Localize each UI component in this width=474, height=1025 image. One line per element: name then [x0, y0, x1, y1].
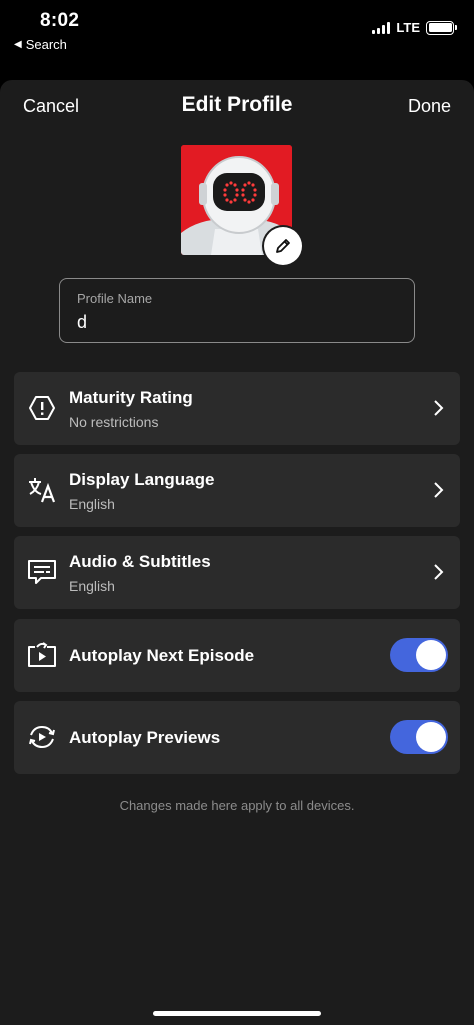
- maturity-rating-value: No restrictions: [69, 414, 159, 430]
- page-title: Edit Profile: [181, 93, 293, 116]
- chevron-right-icon: [434, 400, 444, 416]
- autoplay-next-episode-title: Autoplay Next Episode: [69, 646, 255, 665]
- status-indicators: LTE: [372, 20, 457, 35]
- chevron-right-icon: [434, 564, 444, 580]
- nav-bar: Cancel Edit Profile Done: [0, 80, 474, 134]
- devices-footnote: Changes made here apply to all devices.: [119, 798, 355, 813]
- shield-alert-icon: [26, 392, 58, 424]
- autoplay-previews-icon: [26, 721, 58, 753]
- edit-avatar-button[interactable]: [264, 227, 302, 265]
- profile-name-input[interactable]: d: [77, 312, 87, 333]
- back-triangle-icon: ◀: [14, 39, 22, 50]
- autoplay-next-episode-row: Autoplay Next Episode: [14, 619, 460, 692]
- autoplay-next-episode-toggle[interactable]: [390, 638, 448, 672]
- status-bar: 8:02 ◀ Search LTE: [0, 0, 474, 70]
- subtitles-icon: [26, 556, 58, 588]
- audio-subtitles-value: English: [69, 578, 115, 594]
- chevron-right-icon: [434, 482, 444, 498]
- audio-subtitles-row[interactable]: Audio & Subtitles English: [14, 536, 460, 609]
- profile-name-field[interactable]: Profile Name d: [59, 278, 415, 343]
- autoplay-previews-title: Autoplay Previews: [69, 728, 221, 747]
- back-to-search-link[interactable]: ◀ Search: [14, 37, 67, 52]
- display-language-title: Display Language: [69, 470, 215, 489]
- translate-icon: [26, 474, 58, 506]
- autoplay-previews-row: Autoplay Previews: [14, 701, 460, 774]
- display-language-value: English: [69, 496, 115, 512]
- maturity-rating-title: Maturity Rating: [69, 388, 193, 407]
- profile-name-label: Profile Name: [77, 291, 153, 306]
- done-button[interactable]: Done: [408, 96, 451, 117]
- battery-icon: [426, 20, 457, 35]
- signal-icon: [372, 21, 391, 34]
- autoplay-next-icon: [26, 639, 58, 671]
- home-indicator[interactable]: [153, 1011, 321, 1016]
- pencil-icon: [276, 239, 290, 253]
- back-label: Search: [25, 37, 67, 52]
- network-type: LTE: [396, 20, 420, 35]
- autoplay-previews-toggle[interactable]: [390, 720, 448, 754]
- audio-subtitles-title: Audio & Subtitles: [69, 552, 211, 571]
- edit-profile-sheet: Cancel Edit Profile Done Profile Name d …: [0, 80, 474, 1025]
- display-language-row[interactable]: Display Language English: [14, 454, 460, 527]
- status-time: 8:02: [40, 10, 80, 31]
- maturity-rating-row[interactable]: Maturity Rating No restrictions: [14, 372, 460, 445]
